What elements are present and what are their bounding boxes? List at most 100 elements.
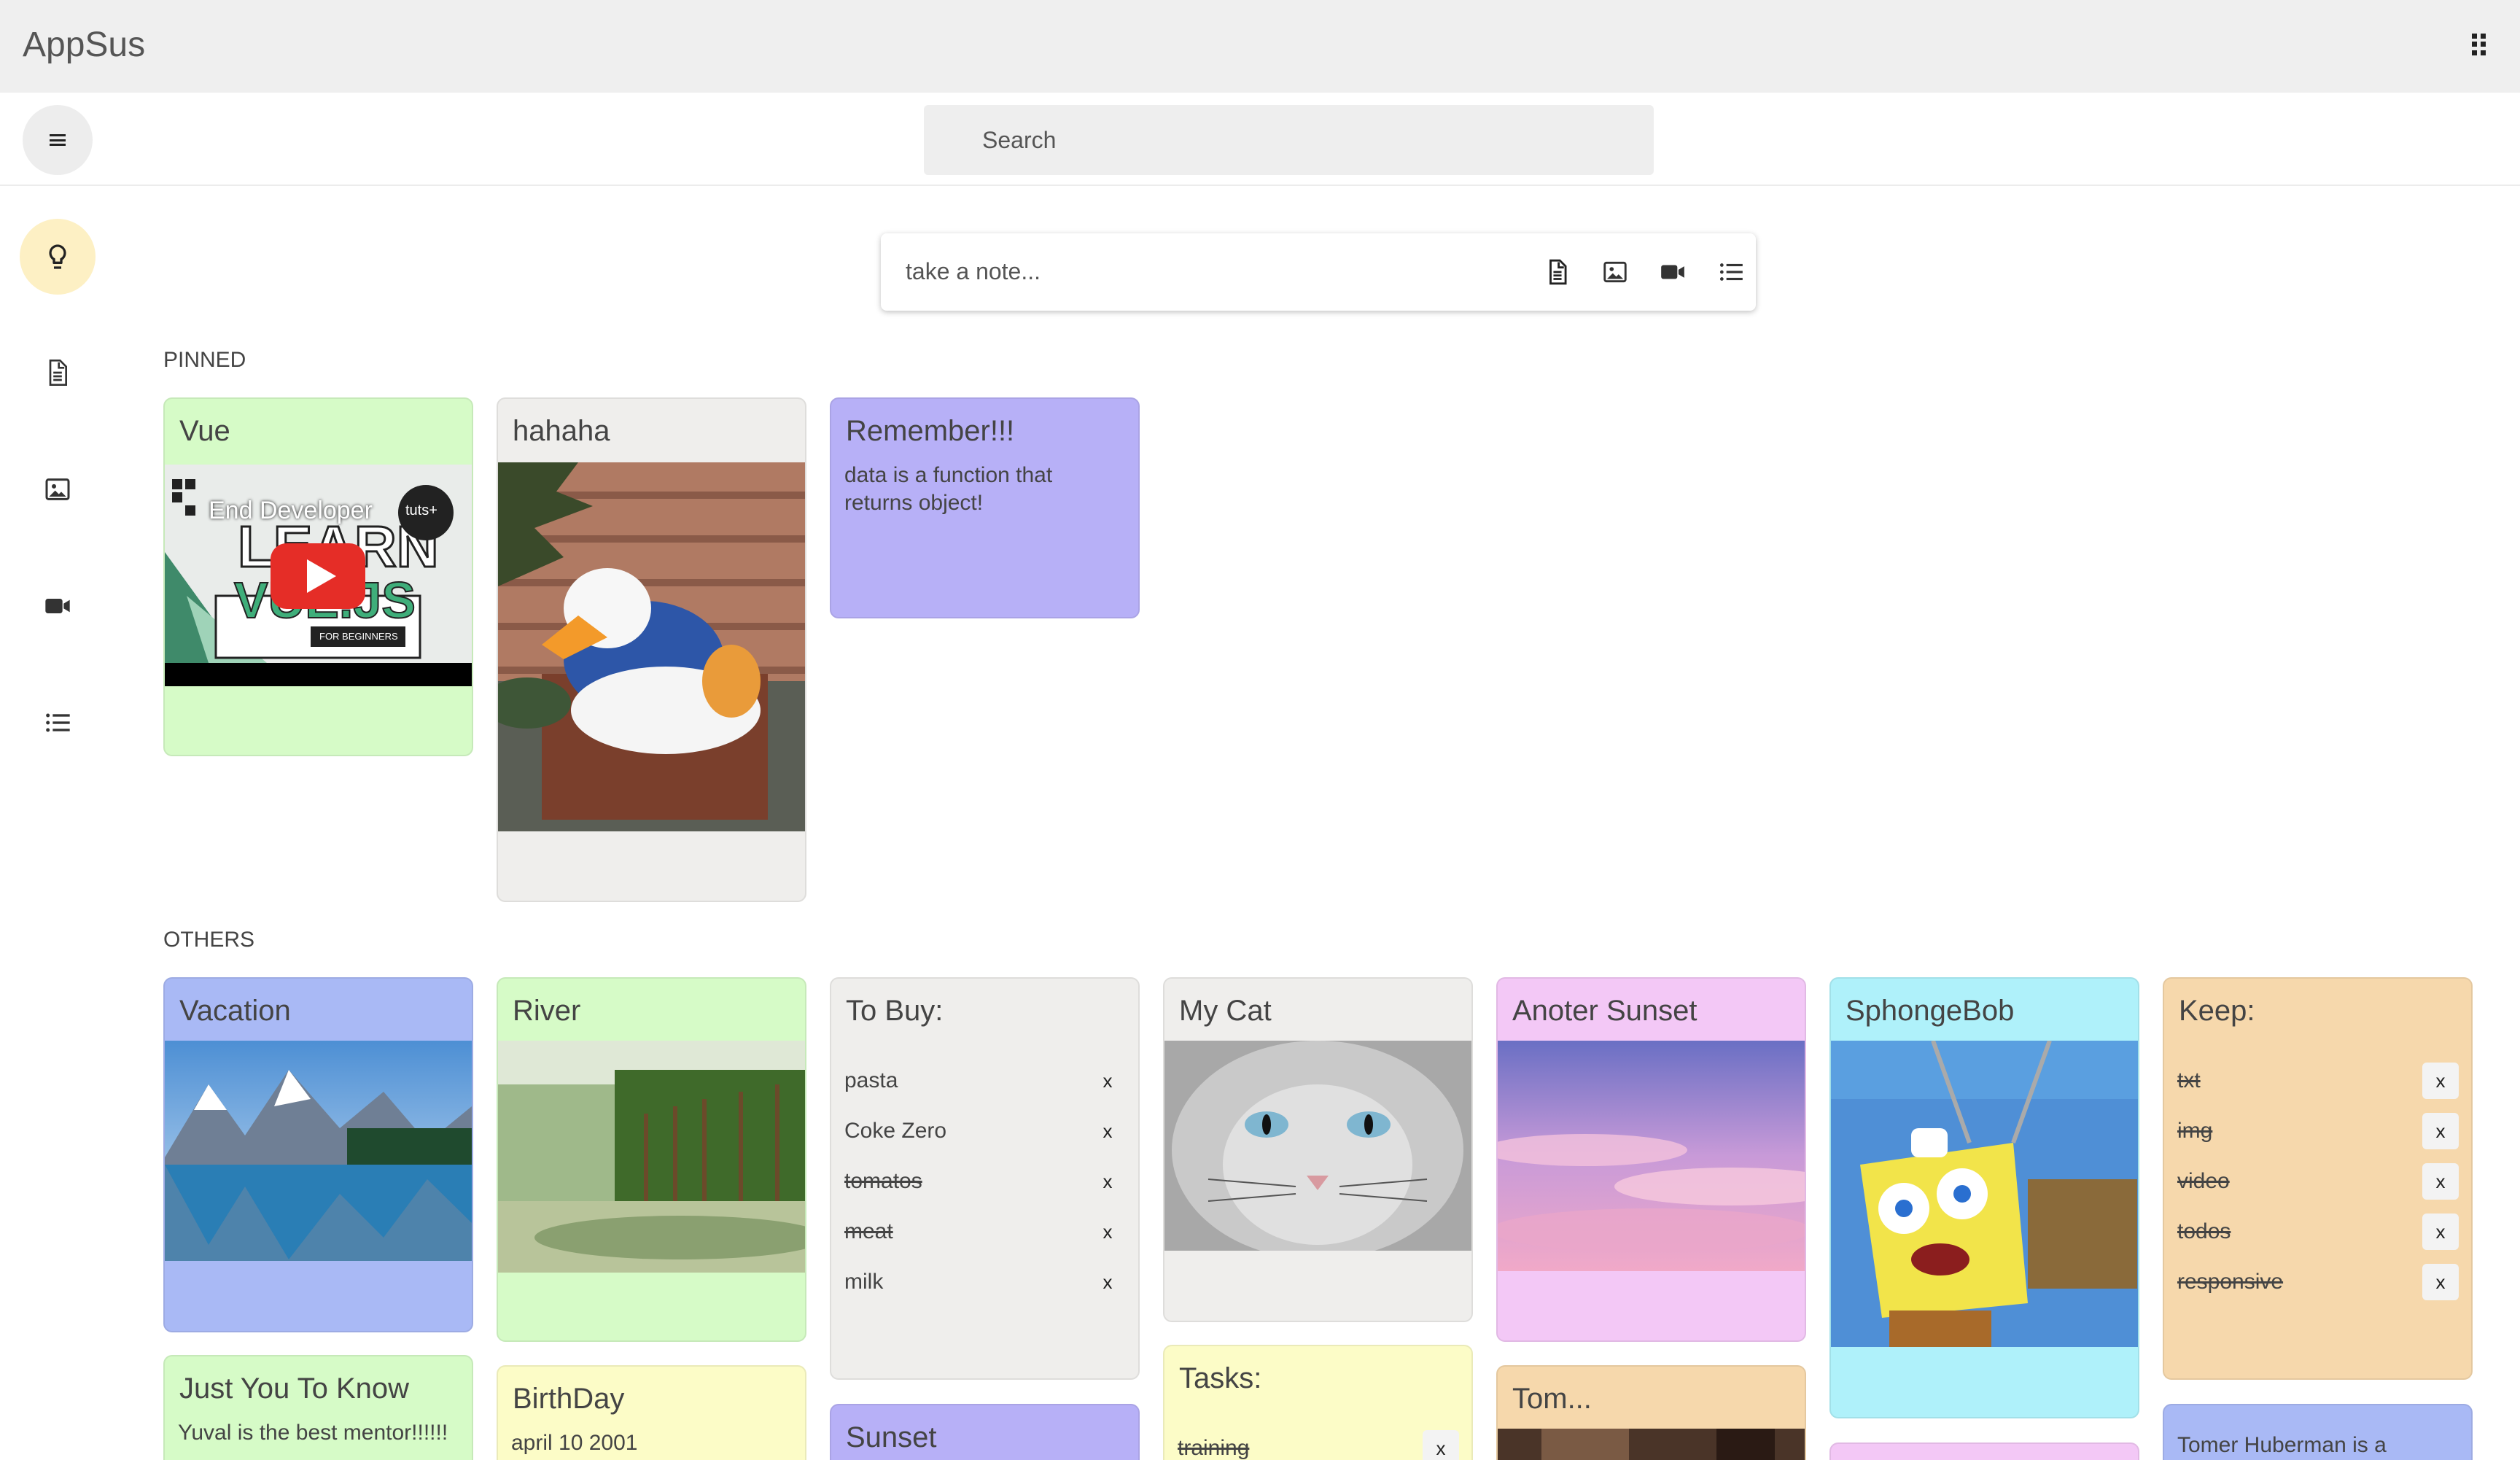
note-tomer[interactable]: Tomer Huberman is a <box>2163 1404 2473 1460</box>
search-bar <box>0 93 2520 186</box>
app-header: AppSus <box>0 0 2520 93</box>
note-title: Sunset <box>846 1421 937 1453</box>
video-subtitle: FOR BEGINNERS <box>319 631 398 642</box>
image-icon <box>45 478 70 500</box>
pinned-section-label: PINNED <box>163 348 246 372</box>
apps-grid-icon[interactable] <box>2472 34 2489 55</box>
video-thumbnail[interactable]: LEARN VUE.JS End Developer tuts+ FOR BEG… <box>165 465 472 686</box>
nav-text-notes[interactable] <box>20 335 96 411</box>
note-title: To Buy: <box>846 995 944 1027</box>
note-composer <box>881 233 1756 311</box>
note-image <box>498 1041 805 1273</box>
hamburger-icon <box>50 134 66 146</box>
note-title: My Cat <box>1179 995 1272 1027</box>
note-input[interactable] <box>906 249 1445 293</box>
todo-label: img <box>2177 1119 2213 1143</box>
nav-video-notes[interactable] <box>20 568 96 644</box>
todo-label: tomatos <box>844 1169 922 1193</box>
note-title: Keep: <box>2179 995 2255 1027</box>
remove-todo-button[interactable]: x <box>2422 1214 2459 1250</box>
note-anoter-sunset[interactable]: Anoter Sunset <box>1496 977 1806 1342</box>
note-sunset[interactable]: Sunset <box>830 1404 1140 1460</box>
lightbulb-icon <box>49 244 66 269</box>
remove-todo-button[interactable]: x <box>1089 1113 1126 1149</box>
note-title: Just You To Know <box>179 1372 410 1405</box>
note-title: Vue <box>179 415 230 447</box>
text-note-icon[interactable] <box>1543 257 1572 287</box>
todo-item[interactable]: meat <box>844 1210 893 1254</box>
document-icon <box>49 360 67 386</box>
note-tom[interactable]: Tom... <box>1496 1365 1806 1460</box>
note-title: Vacation <box>179 995 291 1027</box>
todo-item[interactable]: img <box>2177 1109 2212 1153</box>
list-icon <box>46 713 70 732</box>
note-body: Tomer Huberman is a <box>2177 1433 2387 1457</box>
note-image <box>498 462 805 831</box>
todo-label: todos <box>2177 1219 2231 1243</box>
note-title: Remember!!! <box>846 415 1015 447</box>
note-title: River <box>513 995 581 1027</box>
todo-item[interactable]: txt <box>2177 1059 2201 1103</box>
todo-label: milk <box>844 1270 884 1294</box>
nav-notes[interactable] <box>20 219 96 295</box>
todo-label: meat <box>844 1219 893 1243</box>
note-partial-pink[interactable] <box>1829 1442 2139 1460</box>
todo-item[interactable]: responsive <box>2177 1260 2283 1304</box>
note-title: Anoter Sunset <box>1512 995 1698 1027</box>
note-title: SphongeBob <box>1846 995 2015 1027</box>
remove-todo-button[interactable]: x <box>1089 1214 1126 1250</box>
note-image <box>1498 1041 1805 1271</box>
todo-label: training <box>1178 1436 1250 1460</box>
note-image <box>1498 1429 1805 1460</box>
todo-item[interactable]: video <box>2177 1160 2230 1203</box>
video-caption: End Developer <box>209 497 373 524</box>
note-vacation[interactable]: Vacation <box>163 977 473 1332</box>
todo-item[interactable]: tomatos <box>844 1160 922 1203</box>
note-mycat[interactable]: My Cat <box>1163 977 1473 1322</box>
remove-todo-button[interactable]: x <box>2422 1264 2459 1300</box>
note-birthday[interactable]: BirthDay april 10 2001 <box>497 1365 806 1460</box>
remove-todo-button[interactable]: x <box>2422 1113 2459 1149</box>
nav-todo-notes[interactable] <box>20 685 96 761</box>
note-keep[interactable]: Keep: txt x img x video x todos x respon… <box>2163 977 2473 1380</box>
hamburger-menu-button[interactable] <box>23 105 93 175</box>
note-remember[interactable]: Remember!!! data is a function that retu… <box>830 397 1140 618</box>
note-title: Tom... <box>1512 1383 1592 1415</box>
note-sphongebob[interactable]: SphongeBob <box>1829 977 2139 1418</box>
video-camera-icon <box>45 599 70 613</box>
note-tobuy[interactable]: To Buy: pasta x Coke Zero x tomatos x me… <box>830 977 1140 1380</box>
todo-item[interactable]: Coke Zero <box>844 1109 946 1153</box>
remove-todo-button[interactable]: x <box>1089 1063 1126 1099</box>
remove-todo-button[interactable]: x <box>1423 1430 1459 1460</box>
todo-item[interactable]: training <box>1178 1426 1249 1460</box>
video-badge: tuts+ <box>405 502 438 519</box>
image-note-icon[interactable] <box>1601 257 1630 287</box>
note-title: hahaha <box>513 415 610 447</box>
note-image <box>1831 1041 2138 1347</box>
remove-todo-button[interactable]: x <box>2422 1063 2459 1099</box>
todo-label: video <box>2177 1169 2230 1193</box>
todo-item[interactable]: pasta <box>844 1059 898 1103</box>
note-vue[interactable]: Vue LEARN VUE.JS End Developer tuts+ FOR… <box>163 397 473 756</box>
note-title: Tasks: <box>1179 1362 1262 1394</box>
note-just-you-to-know[interactable]: Just You To Know Yuval is the best mento… <box>163 1355 473 1460</box>
todo-label: Coke Zero <box>844 1119 947 1143</box>
todo-item[interactable]: milk <box>844 1260 883 1304</box>
remove-todo-button[interactable]: x <box>1089 1163 1126 1200</box>
video-note-icon[interactable] <box>1658 257 1687 287</box>
note-tasks[interactable]: Tasks: training x <box>1163 1345 1473 1460</box>
remove-todo-button[interactable]: x <box>2422 1163 2459 1200</box>
note-hahaha[interactable]: hahaha <box>497 397 806 902</box>
note-body: data is a function that returns object! <box>844 463 1053 515</box>
todo-note-icon[interactable] <box>1716 257 1746 287</box>
app-logo[interactable]: AppSus <box>23 25 145 65</box>
todo-label: pasta <box>844 1068 898 1092</box>
todo-item[interactable]: todos <box>2177 1210 2231 1254</box>
nav-image-notes[interactable] <box>20 451 96 527</box>
note-body: april 10 2001 <box>511 1431 638 1455</box>
note-body: Yuval is the best mentor!!!!!! <box>178 1421 448 1445</box>
remove-todo-button[interactable]: x <box>1089 1264 1126 1300</box>
search-input[interactable] <box>924 105 1654 175</box>
note-river[interactable]: River <box>497 977 806 1342</box>
todo-label: txt <box>2177 1068 2201 1092</box>
